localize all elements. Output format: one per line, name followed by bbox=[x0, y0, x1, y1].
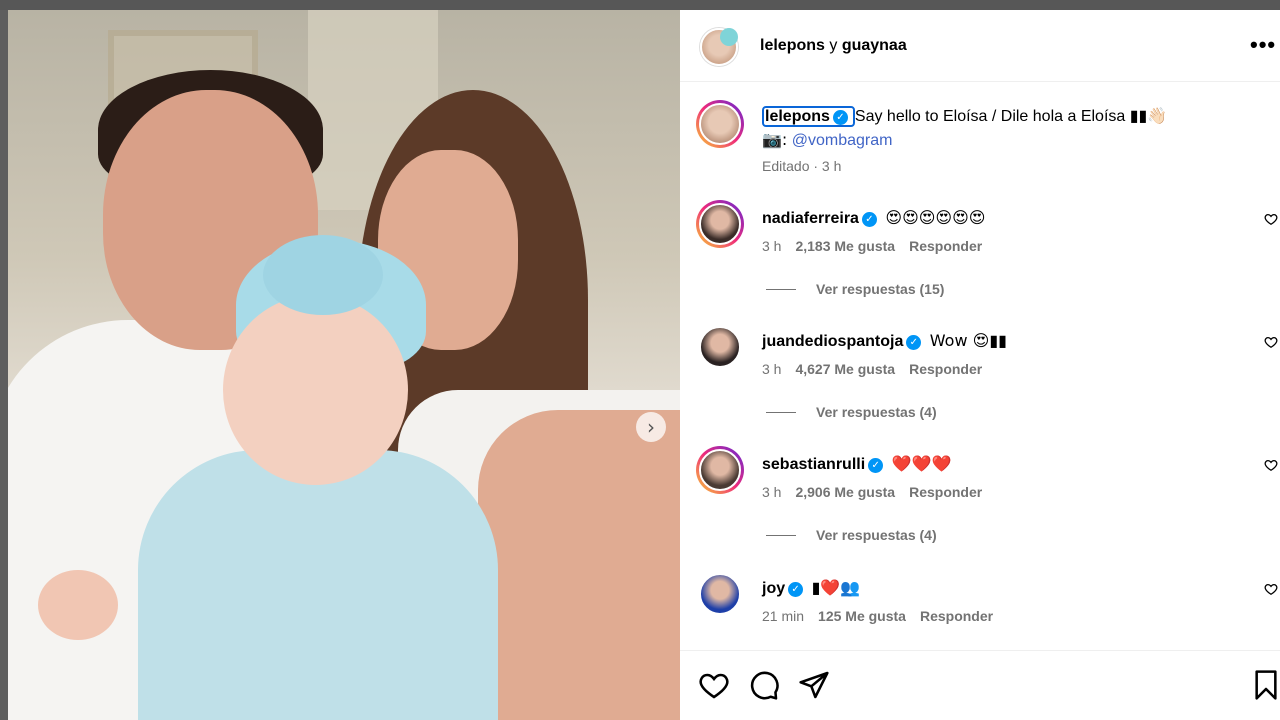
commenter-username[interactable]: sebastianrulli bbox=[762, 456, 865, 473]
more-options-icon[interactable]: ••• bbox=[1250, 32, 1276, 58]
verified-badge-icon: ✓ bbox=[868, 458, 884, 473]
comment-likes[interactable]: 2,183 Me gusta bbox=[795, 238, 895, 254]
commenter-username[interactable]: nadiaferreira bbox=[762, 210, 859, 227]
replies-divider bbox=[766, 289, 796, 290]
comment-body: 😍😍😍😍😍😍 bbox=[885, 208, 986, 227]
reply-button[interactable]: Responder bbox=[920, 608, 993, 624]
reply-button[interactable]: Responder bbox=[909, 238, 982, 254]
comment-like-heart-icon[interactable] bbox=[1264, 212, 1278, 226]
comment-like-heart-icon[interactable] bbox=[1264, 335, 1278, 349]
verified-badge-icon: ✓ bbox=[861, 212, 877, 227]
reply-button[interactable]: Responder bbox=[909, 361, 982, 377]
caption-username[interactable]: lelepons ✓ bbox=[762, 106, 855, 127]
chevron-right-icon[interactable]: › bbox=[636, 412, 666, 442]
caption-credit: 📷: @vombagram bbox=[762, 130, 892, 150]
comment-item: nadiaferreira ✓ 😍😍😍😍😍😍 3 h 2,183 Me gusta Re… bbox=[680, 198, 1280, 318]
woman-arm bbox=[478, 410, 680, 720]
commenter-avatar[interactable] bbox=[696, 200, 744, 248]
comment-text-line: joy ✓ ▮❤️👥 bbox=[762, 578, 860, 598]
verified-badge-icon: ✓ bbox=[832, 110, 848, 125]
post-authors: lelepons y guaynaa bbox=[760, 37, 907, 55]
comment-item: juandediospantoja ✓ Wow 😍▮▮ 3 h 4,627 Me gu… bbox=[680, 321, 1280, 441]
comment-meta: 3 h 4,627 Me gusta Responder bbox=[762, 361, 982, 377]
comment-like-heart-icon[interactable] bbox=[1264, 582, 1278, 596]
baby-dress bbox=[138, 450, 498, 720]
post-sidebar: lelepons y guaynaa ••• lelepons ✓ Say hell… bbox=[680, 10, 1280, 720]
commenter-username[interactable]: juandediospantoja bbox=[762, 333, 903, 350]
baby-bow bbox=[263, 235, 383, 315]
author-username[interactable]: lelepons bbox=[760, 37, 825, 54]
comment-body: Wow 😍▮▮ bbox=[929, 331, 1007, 350]
comment-text-line: sebastianrulli ✓ ❤️❤️❤️ bbox=[762, 454, 951, 474]
browser-top-strip bbox=[0, 0, 1280, 10]
comment-likes[interactable]: 125 Me gusta bbox=[818, 608, 906, 624]
commenter-avatar[interactable] bbox=[696, 446, 744, 494]
heart-icon[interactable] bbox=[698, 669, 730, 701]
verified-badge-icon: ✓ bbox=[788, 582, 804, 597]
author-connector: y bbox=[829, 37, 838, 54]
replies-divider bbox=[766, 535, 796, 536]
view-replies-button[interactable]: Ver respuestas (4) bbox=[766, 404, 937, 420]
comment-likes[interactable]: 2,906 Me gusta bbox=[795, 484, 895, 500]
replies-divider bbox=[766, 412, 796, 413]
caption-edited: Editado · 3 h bbox=[762, 158, 842, 174]
reply-button[interactable]: Responder bbox=[909, 484, 982, 500]
action-bar bbox=[680, 650, 1280, 720]
comment-text-line: nadiaferreira ✓ 😍😍😍😍😍😍 bbox=[762, 208, 985, 228]
comment-icon[interactable] bbox=[748, 669, 780, 701]
comment-meta: 3 h 2,906 Me gusta Responder bbox=[762, 484, 982, 500]
bookmark-icon[interactable] bbox=[1250, 669, 1280, 701]
baby-hand bbox=[38, 570, 118, 640]
post-header: lelepons y guaynaa ••• bbox=[680, 10, 1280, 82]
comment-time: 3 h bbox=[762, 361, 782, 377]
commenter-username[interactable]: joy bbox=[762, 580, 785, 597]
credit-link[interactable]: @vombagram bbox=[792, 132, 893, 149]
commenter-avatar[interactable] bbox=[696, 570, 744, 618]
view-replies-label: Ver respuestas (4) bbox=[816, 527, 937, 543]
post-image: › bbox=[8, 10, 680, 720]
comment-body: ❤️❤️❤️ bbox=[891, 454, 952, 473]
caption-avatar[interactable] bbox=[696, 100, 744, 148]
comment-text-line: juandediospantoja ✓ Wow 😍▮▮ bbox=[762, 331, 1007, 351]
view-replies-label: Ver respuestas (15) bbox=[816, 281, 945, 297]
comment-like-heart-icon[interactable] bbox=[1264, 458, 1278, 472]
caption-credit-prefix: 📷: bbox=[762, 130, 788, 149]
view-replies-button[interactable]: Ver respuestas (15) bbox=[766, 281, 944, 297]
caption-text-line: lelepons ✓ Say hello to Eloísa / Dile hola… bbox=[762, 106, 1168, 127]
caption-text: Say hello to Eloísa / Dile hola a Eloísa… bbox=[854, 108, 1168, 125]
comment-time: 3 h bbox=[762, 484, 782, 500]
comment-body: ▮❤️👥 bbox=[811, 578, 861, 597]
comment-time: 21 min bbox=[762, 608, 805, 624]
comment-meta: 3 h 2,183 Me gusta Responder bbox=[762, 238, 982, 254]
comment-item: sebastianrulli ✓ ❤️❤️❤️ 3 h 2,906 Me gusta R… bbox=[680, 444, 1280, 564]
view-replies-button[interactable]: Ver respuestas (4) bbox=[766, 527, 937, 543]
verified-badge-icon: ✓ bbox=[906, 335, 922, 350]
baby-face bbox=[223, 295, 408, 485]
send-icon[interactable] bbox=[798, 669, 830, 701]
coauthor-username[interactable]: guaynaa bbox=[842, 37, 907, 54]
comment-meta: 21 min 125 Me gusta Responder bbox=[762, 608, 993, 624]
commenter-avatar[interactable] bbox=[696, 323, 744, 371]
view-replies-label: Ver respuestas (4) bbox=[816, 404, 937, 420]
coauthor-avatar[interactable] bbox=[720, 28, 738, 46]
comment-likes[interactable]: 4,627 Me gusta bbox=[795, 361, 895, 377]
comment-time: 3 h bbox=[762, 238, 782, 254]
